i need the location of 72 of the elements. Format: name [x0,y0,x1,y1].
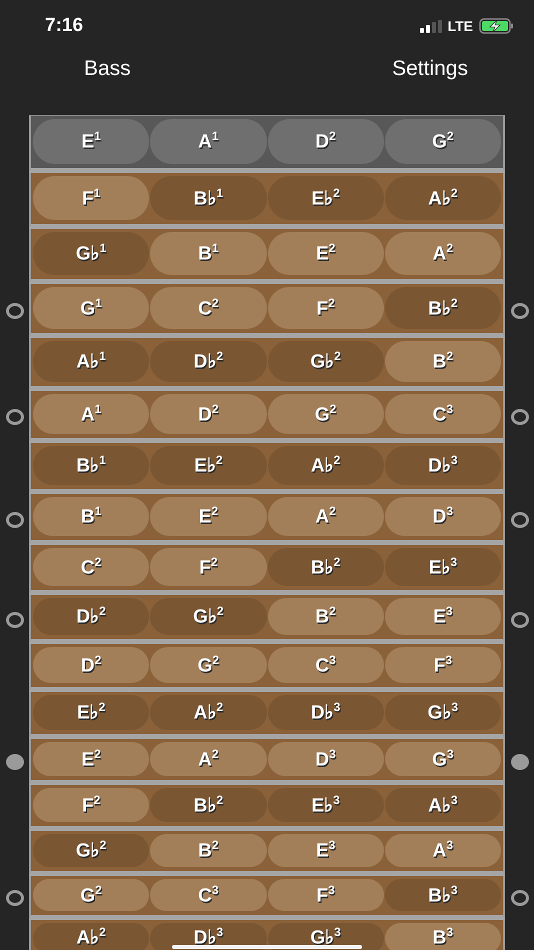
note-key[interactable]: B♭$^{1}$ [33,446,150,485]
note-key[interactable]: D$^{2}$ [268,119,384,164]
note-key[interactable]: E♭$^{2}$ [33,695,150,730]
note-key[interactable]: B♭$^{2}$ [384,287,501,329]
note-key[interactable]: E$^{3}$ [384,598,501,635]
note-key[interactable]: G♭$^{3}$ [384,695,501,730]
note-key[interactable]: B$^{2}$ [150,834,266,867]
note-key[interactable]: B$^{1}$ [150,232,266,275]
note-key[interactable]: C$^{3}$ [384,394,501,434]
note-key[interactable]: F$^{2}$ [268,287,384,329]
note-key[interactable]: A♭$^{1}$ [33,341,150,382]
note-key[interactable]: A$^{2}$ [268,497,384,536]
note-key[interactable]: F$^{1}$ [33,176,150,220]
signal-icon [420,20,442,32]
note-key[interactable]: A$^{2}$ [384,232,501,275]
note-key[interactable]: B♭$^{2}$ [150,788,266,822]
note-key[interactable]: G$^{2}$ [384,119,501,164]
note-key[interactable]: G♭$^{2}$ [268,341,384,382]
note-key[interactable]: F$^{3}$ [384,647,501,683]
note-key[interactable]: G$^{2}$ [33,879,150,911]
note-key[interactable]: G$^{2}$ [150,647,266,683]
note-key[interactable]: A♭$^{2}$ [150,695,266,730]
note-key[interactable]: D$^{2}$ [33,647,150,683]
note-key[interactable]: D♭$^{2}$ [33,598,150,635]
note-key[interactable]: A♭$^{2}$ [268,446,384,485]
note-key[interactable]: B$^{1}$ [33,497,150,536]
note-key[interactable]: D$^{3}$ [384,497,501,536]
note-key[interactable]: C$^{3}$ [268,647,384,683]
note-key[interactable]: D$^{2}$ [150,394,266,434]
note-key[interactable]: C$^{2}$ [33,548,150,586]
note-key[interactable]: G♭$^{1}$ [33,232,150,275]
note-key[interactable]: G♭$^{2}$ [33,834,150,867]
note-key[interactable]: G$^{2}$ [268,394,384,434]
note-key[interactable]: E♭$^{3}$ [268,788,384,822]
note-key[interactable]: C$^{2}$ [150,287,266,329]
note-key[interactable]: E$^{2}$ [33,742,150,776]
note-key[interactable]: D♭$^{3}$ [268,695,384,730]
note-key[interactable]: D$^{3}$ [268,742,384,776]
note-key[interactable]: C$^{3}$ [150,879,266,911]
network-label: LTE [448,18,473,34]
note-key[interactable]: E♭$^{3}$ [384,548,501,586]
note-key[interactable]: G$^{3}$ [384,742,501,776]
note-key[interactable]: F$^{2}$ [150,548,266,586]
note-key[interactable]: E$^{2}$ [268,232,384,275]
note-key[interactable]: E$^{3}$ [268,834,384,867]
settings-button[interactable]: Settings [384,52,476,86]
note-key[interactable]: B♭$^{1}$ [150,176,266,220]
note-key[interactable]: E$^{1}$ [33,119,150,164]
note-key[interactable]: A$^{2}$ [150,742,266,776]
note-key[interactable]: A$^{3}$ [384,834,501,867]
note-key[interactable]: B$^{2}$ [268,598,384,635]
note-key[interactable]: E$^{2}$ [150,497,266,536]
battery-icon [479,18,514,34]
note-key[interactable]: A$^{1}$ [33,394,150,434]
note-key[interactable]: B♭$^{3}$ [384,879,501,911]
note-key[interactable]: F$^{3}$ [268,879,384,911]
note-key[interactable]: B$^{3}$ [384,923,501,950]
note-key[interactable]: A♭$^{2}$ [33,923,150,950]
note-key[interactable]: B♭$^{2}$ [268,548,384,586]
clock-time: 7:16 [45,15,84,37]
note-key[interactable]: D♭$^{3}$ [384,446,501,485]
note-key[interactable]: A♭$^{3}$ [384,788,501,822]
note-key[interactable]: G$^{1}$ [33,287,150,329]
note-key[interactable]: F$^{2}$ [33,788,150,822]
note-key[interactable]: D♭$^{2}$ [150,341,266,382]
note-key[interactable]: A$^{1}$ [150,119,266,164]
note-key[interactable]: E♭$^{2}$ [268,176,384,220]
note-key[interactable]: E♭$^{2}$ [150,446,266,485]
bass-button[interactable]: Bass [76,52,139,86]
note-key[interactable]: B$^{2}$ [384,341,501,382]
note-key[interactable]: G♭$^{2}$ [150,598,266,635]
note-key[interactable]: A♭$^{2}$ [384,176,501,220]
